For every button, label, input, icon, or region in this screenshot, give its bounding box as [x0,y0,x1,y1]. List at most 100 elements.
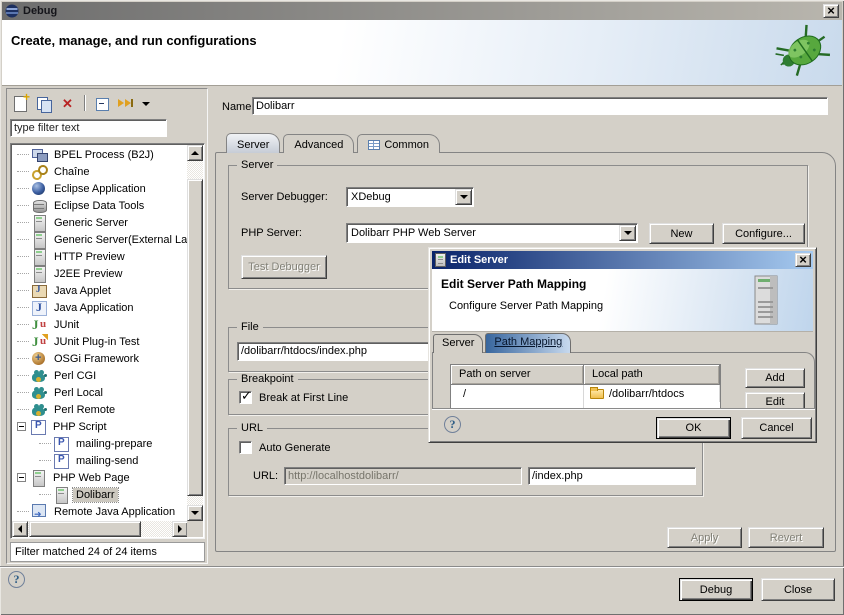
tree-item[interactable]: OSGi Framework [13,350,187,367]
scroll-right-button[interactable] [172,521,188,537]
server-group-title: Server [237,159,277,171]
tree-item-label: mailing-prepare [73,437,155,451]
tree-item[interactable]: JUnit Plug-in Test [13,333,187,350]
dropdown-arrow-icon[interactable] [619,225,636,241]
tree-horizontal-scrollbar[interactable] [12,521,188,537]
break-first-line-checkbox[interactable] [239,391,252,404]
configure-server-button[interactable]: Configure... [722,223,805,244]
apply-button[interactable]: Apply [667,527,742,548]
dialog-help-icon[interactable]: ? [444,416,461,433]
mapping-row[interactable]: //dolibarr/htdocs [451,385,720,402]
server-debugger-select[interactable]: XDebug [346,187,474,207]
tree-item[interactable]: Generic Server [13,214,187,231]
tree-item[interactable]: mailing-send [13,452,187,469]
tree-item[interactable]: Generic Server(External La [13,231,187,248]
help-icon[interactable]: ? [8,571,25,588]
test-debugger-button[interactable]: Test Debugger [241,255,327,279]
applet-icon [31,283,48,299]
url-path-input[interactable]: /index.php [528,467,696,485]
tree-item-label: BPEL Process (B2J) [51,148,157,162]
tree-item[interactable]: J2EE Preview [13,265,187,282]
tree-item-label: PHP Script [50,420,110,434]
cancel-button[interactable]: Cancel [741,417,812,439]
close-button[interactable]: Close [761,578,835,601]
tree-collapse-toggle[interactable] [17,473,26,482]
filter-input[interactable]: type filter text [10,119,167,137]
php-icon [53,453,70,469]
tree-item-label: JUnit Plug-in Test [51,335,142,349]
dialog-tab-server[interactable]: Server [433,334,483,353]
scroll-left-button[interactable] [12,521,28,537]
tab-advanced[interactable]: Advanced [283,134,354,153]
tree-item[interactable]: Dolibarr [13,486,187,503]
tree-item[interactable]: Eclipse Data Tools [13,197,187,214]
horizontal-scroll-thumb[interactable] [29,521,141,537]
php-server-select[interactable]: Dolibarr PHP Web Server [346,223,638,243]
perl-icon [31,368,48,384]
tree-item[interactable]: Java Application [13,299,187,316]
tree-item[interactable]: JUnit [13,316,187,333]
column-header[interactable]: Local path [584,365,720,385]
debug-button[interactable]: Debug [679,578,753,601]
filter-configurations-icon[interactable] [117,95,134,112]
server-icon [31,232,48,248]
filter-status: Filter matched 24 of 24 items [10,542,205,562]
debug-window: Debug Create, manage, and run configurat… [0,0,844,615]
php-server-label: PHP Server: [241,227,302,239]
edit-server-title-bar[interactable]: Edit Server [432,251,813,269]
vertical-scroll-thumb[interactable] [187,179,203,496]
tree-item[interactable]: Perl Remote [13,401,187,418]
tree-item[interactable]: PHP Web Page [13,469,187,486]
dialog-tab-path-mapping[interactable]: Path Mapping [485,333,571,353]
auto-generate-checkbox[interactable] [239,441,252,454]
delete-configuration-icon[interactable] [60,95,77,112]
add-mapping-button[interactable]: Add [745,368,805,388]
tree-item-label: Remote Java Application [51,505,178,519]
tree-item-label: Perl CGI [51,369,99,383]
tree-item[interactable]: BPEL Process (B2J) [13,146,187,163]
column-header[interactable]: Path on server [451,365,584,385]
perl-icon [31,385,48,401]
scroll-down-button[interactable] [187,505,203,521]
title-bar[interactable]: Debug [2,2,842,20]
tree-item[interactable]: Chaîne [13,163,187,180]
tree-item[interactable]: Perl CGI [13,367,187,384]
edit-mapping-button[interactable]: Edit [745,392,805,408]
dropdown-arrow-icon[interactable] [455,189,472,205]
collapse-all-icon[interactable] [93,95,110,112]
dialog-button-bar: ? OK Cancel [432,408,815,441]
window-close-button[interactable] [823,4,839,18]
tab-server[interactable]: Server [226,133,280,153]
tree-item[interactable]: Perl Local [13,384,187,401]
new-configuration-icon[interactable] [12,95,29,112]
revert-button[interactable]: Revert [748,527,824,548]
chain-icon [31,164,48,180]
tree-item-label: Java Application [51,301,137,315]
tree-item[interactable]: mailing-prepare [13,435,187,452]
break-first-line-label: Break at First Line [259,392,348,404]
tree-connector [17,205,29,206]
table-icon [368,140,380,150]
tree-item[interactable]: Remote Java Application [13,503,187,520]
name-input[interactable]: Dolibarr [252,97,828,115]
filter-menu-icon[interactable] [141,95,150,112]
tree-item[interactable]: Eclipse Application [13,180,187,197]
auto-generate-label: Auto Generate [259,442,331,454]
duplicate-configuration-icon[interactable] [36,95,53,112]
tree-vertical-scrollbar[interactable] [187,145,203,521]
scroll-up-button[interactable] [187,145,203,161]
tree-item[interactable]: PHP Script [13,418,187,435]
tree-connector [17,324,29,325]
tree-item[interactable]: Java Applet [13,282,187,299]
tab-common[interactable]: Common [357,134,440,153]
dialog-header-band: Create, manage, and run configurations [2,20,842,86]
new-server-button[interactable]: New [649,223,714,244]
tree-collapse-toggle[interactable] [17,422,26,431]
ok-button[interactable]: OK [656,417,731,439]
server-icon [30,470,47,486]
perl-icon [31,402,48,418]
edit-server-close-button[interactable] [795,253,811,267]
tree-item-label: Generic Server [51,216,131,230]
tree-item[interactable]: HTTP Preview [13,248,187,265]
tree-item-label: JUnit [51,318,82,332]
